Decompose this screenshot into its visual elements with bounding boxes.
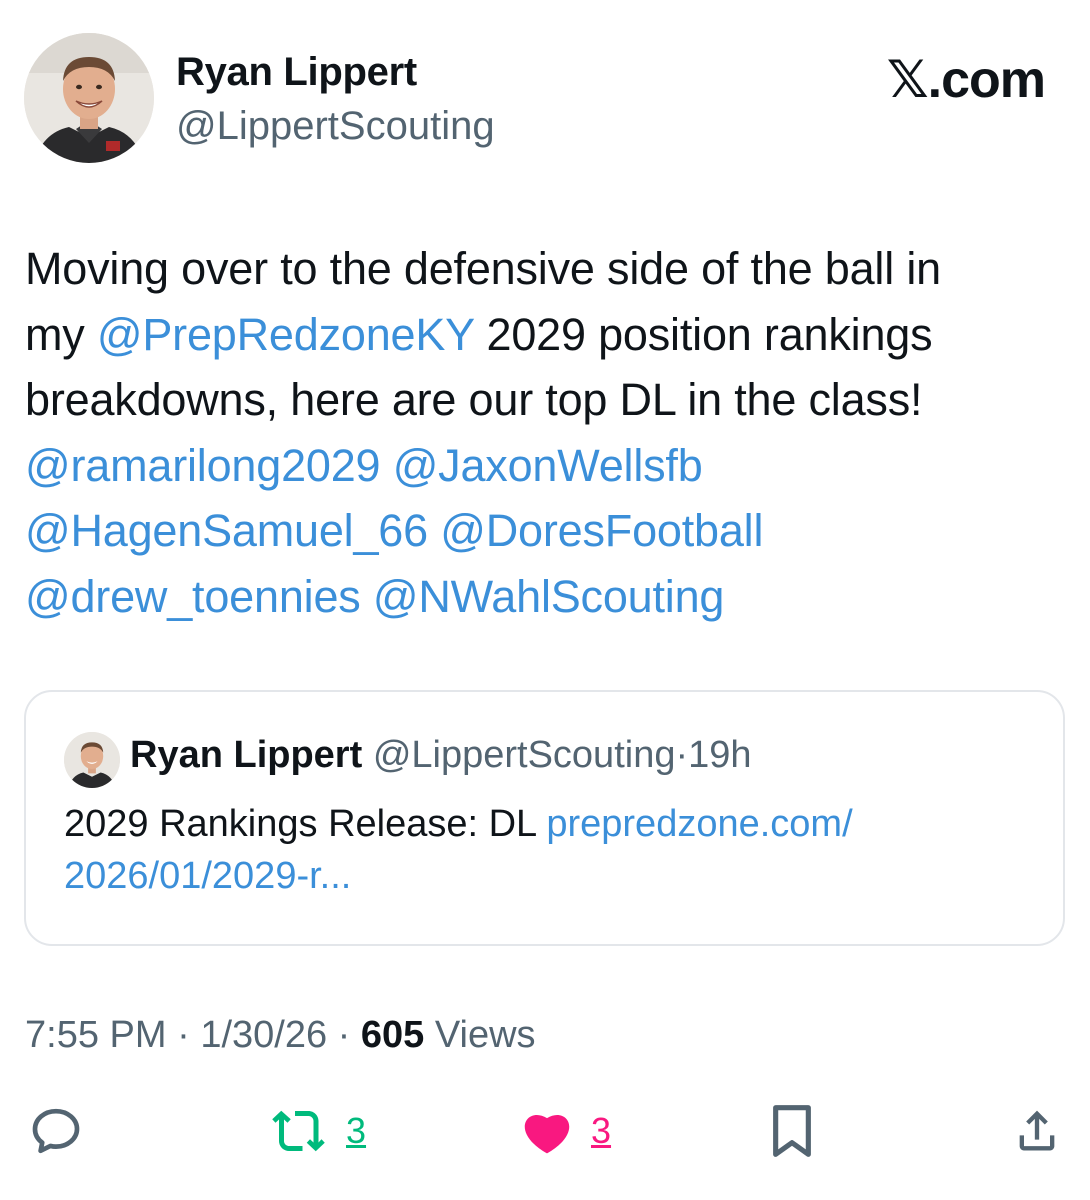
like-button[interactable]: 3 (519, 1098, 611, 1164)
tweet-page: Ryan Lippert @LippertScouting 𝕏.com Movi… (0, 0, 1090, 1200)
heart-icon (524, 1114, 570, 1154)
quote-header: Ryan Lippert @LippertScouting·19h (130, 734, 752, 777)
tweet-meta: 7:55 PM · 1/30/26 · 605 Views (25, 1014, 536, 1057)
tweet-date[interactable]: 1/30/26 (200, 1014, 327, 1056)
share-icon (1019, 1110, 1055, 1151)
repost-icon (272, 1110, 325, 1152)
mention-link[interactable]: @drew_toennies (25, 571, 361, 622)
tweet-time[interactable]: 7:55 PM (25, 1014, 167, 1056)
quote-text-prefix: 2029 Rankings Release: DL (64, 803, 547, 845)
quote-author-name[interactable]: Ryan Lippert (130, 734, 362, 776)
tweet-text: Moving over to the defensive side of the… (25, 236, 1065, 629)
meta-separator-2: · (337, 1014, 351, 1056)
mention-link[interactable]: @DoresFootball (440, 505, 763, 556)
tweet-text-segment: breakdowns, here are our top DL in the c… (25, 374, 923, 425)
tweet-text-segment (361, 571, 373, 622)
meta-separator-1: · (177, 1014, 190, 1056)
mention-link[interactable]: @PrepRedzoneKY (97, 309, 474, 360)
mention-link[interactable]: @HagenSamuel_66 (25, 505, 428, 556)
mention-link[interactable]: @JaxonWellsfb (393, 440, 703, 491)
author-handle[interactable]: @LippertScouting (176, 104, 495, 149)
quote-author-handle[interactable]: @LippertScouting (373, 734, 676, 776)
tweet-text-line: breakdowns, here are our top DL in the c… (25, 367, 1065, 433)
tweet-text-line: my @PrepRedzoneKY 2029 position rankings (25, 302, 1065, 368)
tweet-text-line: @drew_toennies @NWahlScouting (25, 564, 1065, 630)
quote-separator: · (675, 734, 689, 776)
tweet-text-line: @HagenSamuel_66 @DoresFootball (25, 498, 1065, 564)
quote-text: 2029 Rankings Release: DL prepredzone.co… (64, 798, 1044, 902)
tweet-text-segment (380, 440, 392, 491)
views-count: 605 (360, 1014, 425, 1056)
bookmark-icon (773, 1105, 811, 1157)
repost-count[interactable]: 3 (346, 1110, 366, 1152)
reply-icon (32, 1108, 80, 1154)
author-name[interactable]: Ryan Lippert (176, 50, 417, 95)
bookmark-button[interactable] (770, 1098, 814, 1164)
repost-button[interactable]: 3 (270, 1098, 366, 1164)
quote-link-part-1[interactable]: prepredzone.com/ (546, 803, 852, 845)
tweet-text-line: @ramarilong2029 @JaxonWellsfb (25, 433, 1065, 499)
quote-link-part-2[interactable]: 2026/01/2029-r... (64, 855, 351, 897)
tweet-text-segment (428, 505, 440, 556)
quote-avatar-portrait-image (64, 732, 120, 788)
quote-text-line-1: 2029 Rankings Release: DL prepredzone.co… (64, 798, 1044, 850)
like-count[interactable]: 3 (591, 1110, 611, 1152)
avatar-portrait-image (24, 33, 154, 163)
tweet-text-line: Moving over to the defensive side of the… (25, 236, 1065, 302)
quoted-tweet-card[interactable]: Ryan Lippert @LippertScouting·19h 2029 R… (24, 690, 1065, 946)
tweet-text-segment: my (25, 308, 97, 360)
share-button[interactable] (1011, 1098, 1063, 1164)
views-label: Views (434, 1014, 536, 1056)
tweet-text-segment: 2029 position rankings (474, 308, 933, 360)
quote-author-avatar[interactable] (64, 732, 120, 788)
x-brand-logo: 𝕏.com (886, 51, 1046, 109)
quote-text-line-2: 2026/01/2029-r... (64, 850, 1044, 902)
mention-link[interactable]: @ramarilong2029 (25, 440, 381, 491)
tweet-text-segment: Moving over to the defensive side of the… (25, 243, 941, 294)
mention-link[interactable]: @NWahlScouting (373, 571, 725, 622)
quote-timestamp[interactable]: 19h (688, 734, 751, 776)
reply-button[interactable] (28, 1098, 84, 1164)
action-bar: 3 3 (0, 1098, 1090, 1168)
author-avatar[interactable] (24, 33, 154, 163)
